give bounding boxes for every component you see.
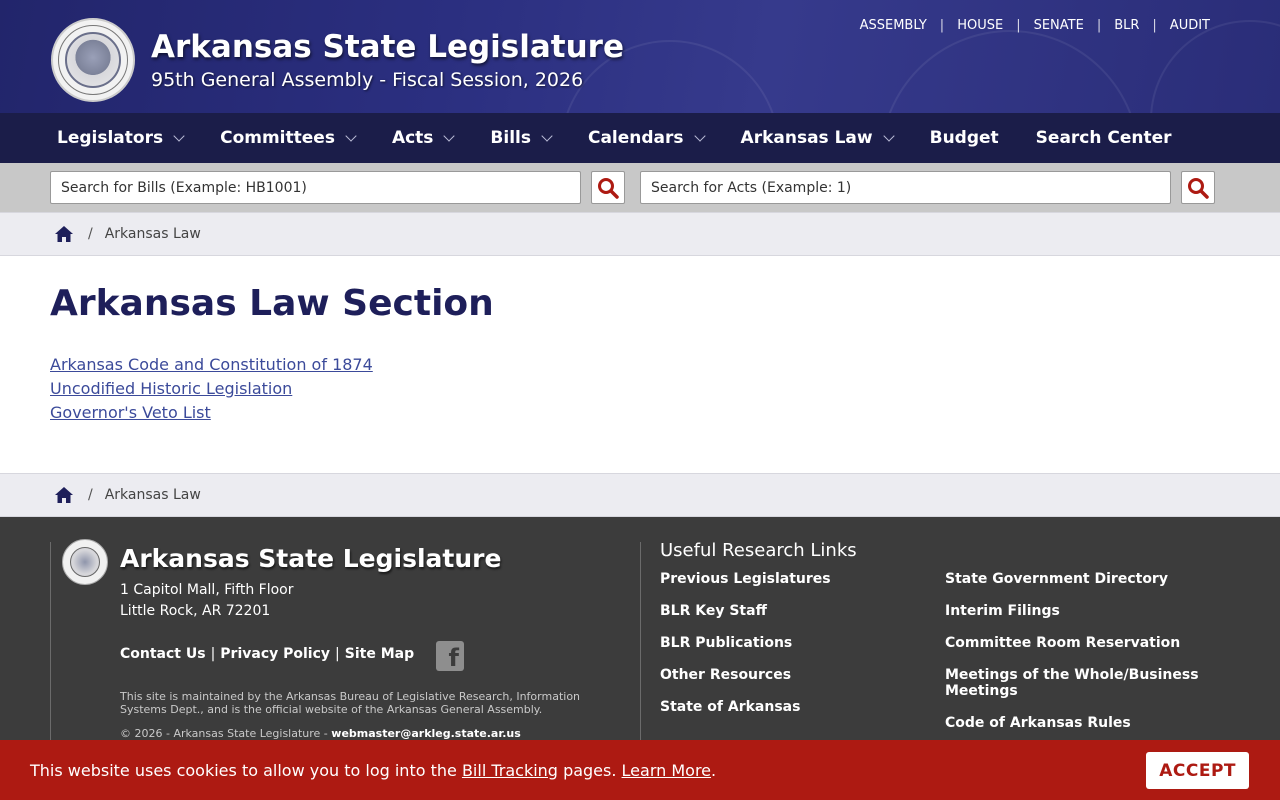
bill-search-button[interactable] <box>591 171 625 204</box>
nav-item-search-center[interactable]: Search Center <box>1036 128 1172 148</box>
chevron-down-icon <box>693 129 706 142</box>
facebook-icon[interactable]: f <box>436 641 464 671</box>
breadcrumb-bottom: / Arkansas Law <box>0 473 1280 517</box>
top-link-audit[interactable]: AUDIT <box>1170 18 1210 33</box>
research-link[interactable]: Previous Legislatures <box>660 571 930 587</box>
cookie-text: pages. <box>563 760 617 780</box>
separator: | <box>335 646 340 662</box>
page-title: Arkansas Law Section <box>50 283 494 324</box>
research-links-title: Useful Research Links <box>660 540 857 561</box>
nav-item-arkansas-law[interactable]: Arkansas Law <box>740 128 895 148</box>
header-decoration <box>1150 20 1280 113</box>
research-link[interactable]: Code of Arkansas Rules <box>945 715 1215 731</box>
copyright-text: © 2026 - Arkansas State Legislature - <box>120 727 328 740</box>
research-link[interactable]: Committee Room Reservation <box>945 635 1215 651</box>
link-arkansas-code[interactable]: Arkansas Code and Constitution of 1874 <box>50 353 373 377</box>
research-link[interactable]: State of Arkansas <box>660 699 930 715</box>
footer-copyright: © 2026 - Arkansas State Legislature - we… <box>120 727 521 740</box>
research-links-col-1: Previous Legislatures BLR Key Staff BLR … <box>660 571 930 731</box>
search-icon <box>1188 177 1209 199</box>
chevron-down-icon <box>882 129 895 142</box>
link-governor-veto-list[interactable]: Governor's Veto List <box>50 401 373 425</box>
footer-note: This site is maintained by the Arkansas … <box>120 690 581 716</box>
footer-seal-logo <box>62 539 108 585</box>
separator: | <box>939 18 945 33</box>
cookie-banner: This website uses cookies to allow you t… <box>0 740 1280 800</box>
nav-item-legislators[interactable]: Legislators <box>57 128 185 148</box>
webmaster-email-link[interactable]: webmaster@arkleg.state.ar.us <box>331 727 520 740</box>
nav-label: Legislators <box>57 128 164 148</box>
state-seal-logo[interactable] <box>51 18 135 102</box>
seal-ring <box>58 25 128 95</box>
separator: | <box>1152 18 1157 33</box>
breadcrumb: / Arkansas Law <box>0 212 1280 256</box>
search-bar <box>0 163 1280 212</box>
nav-item-budget[interactable]: Budget <box>930 128 999 148</box>
site-subtitle: 95th General Assembly - Fiscal Session, … <box>151 69 584 91</box>
top-link-assembly[interactable]: ASSEMBLY <box>860 18 927 33</box>
site-header: Arkansas State Legislature 95th General … <box>0 0 1280 113</box>
separator: | <box>1016 18 1021 33</box>
research-link[interactable]: Other Resources <box>660 667 930 683</box>
cookie-text: . <box>711 760 717 780</box>
breadcrumb-current: Arkansas Law <box>104 226 201 242</box>
chevron-down-icon <box>345 129 357 142</box>
top-link-house[interactable]: HOUSE <box>957 18 1003 33</box>
research-link[interactable]: BLR Publications <box>660 635 930 651</box>
main-nav: Legislators Committees Acts Bills Calend… <box>0 113 1280 163</box>
nav-label: Arkansas Law <box>740 128 873 148</box>
research-link[interactable]: Interim Filings <box>945 603 1215 619</box>
bill-search-input[interactable] <box>50 171 581 204</box>
nav-label: Acts <box>391 128 434 148</box>
nav-item-bills[interactable]: Bills <box>490 128 553 148</box>
nav-item-acts[interactable]: Acts <box>391 128 456 148</box>
privacy-policy-link[interactable]: Privacy Policy <box>220 646 330 662</box>
search-icon <box>598 177 619 199</box>
chevron-down-icon <box>443 129 456 142</box>
research-link[interactable]: State Government Directory <box>945 571 1215 587</box>
top-link-blr[interactable]: BLR <box>1114 18 1139 33</box>
address-line-2: Little Rock, AR 72201 <box>120 603 271 619</box>
bill-tracking-link[interactable]: Bill Tracking <box>462 761 558 780</box>
separator: | <box>1096 18 1102 33</box>
accept-cookies-button[interactable]: ACCEPT <box>1146 752 1249 789</box>
nav-label: Search Center <box>1035 128 1172 148</box>
footer-address: 1 Capitol Mall, Fifth Floor Little Rock,… <box>120 580 293 622</box>
footer-title: Arkansas State Legislature <box>120 544 502 573</box>
top-link-senate[interactable]: SENATE <box>1034 18 1084 33</box>
chevron-down-icon <box>173 129 185 142</box>
site-map-link[interactable]: Site Map <box>345 646 414 662</box>
breadcrumb-separator: / <box>88 487 93 503</box>
site-title[interactable]: Arkansas State Legislature <box>151 29 624 65</box>
footer-links: Contact Us | Privacy Policy | Site Map <box>120 646 414 662</box>
contact-us-link[interactable]: Contact Us <box>120 646 206 662</box>
nav-label: Calendars <box>587 128 684 148</box>
link-uncodified-legislation[interactable]: Uncodified Historic Legislation <box>50 377 373 401</box>
act-search-input[interactable] <box>640 171 1171 204</box>
breadcrumb-current: Arkansas Law <box>104 487 201 503</box>
chevron-down-icon <box>541 129 553 142</box>
law-links-list: Arkansas Code and Constitution of 1874 U… <box>50 353 373 425</box>
learn-more-link[interactable]: Learn More <box>622 761 711 780</box>
nav-item-committees[interactable]: Committees <box>220 128 357 148</box>
seal-emblem <box>70 547 100 577</box>
home-icon[interactable] <box>54 225 74 243</box>
research-link[interactable]: Meetings of the Whole/Business Meetings <box>945 667 1215 699</box>
breadcrumb-separator: / <box>88 226 93 242</box>
address-line-1: 1 Capitol Mall, Fifth Floor <box>120 582 294 598</box>
home-icon[interactable] <box>54 486 74 504</box>
research-links-col-2: State Government Directory Interim Filin… <box>945 571 1215 747</box>
header-decoration <box>880 30 1140 113</box>
nav-label: Bills <box>490 128 531 148</box>
nav-label: Budget <box>929 128 999 148</box>
cookie-text: This website uses cookies to allow you t… <box>30 760 457 780</box>
research-link[interactable]: BLR Key Staff <box>660 603 930 619</box>
top-links: ASSEMBLY | HOUSE | SENATE | BLR | AUDIT <box>860 18 1210 33</box>
separator: | <box>210 646 216 662</box>
act-search-button[interactable] <box>1181 171 1215 204</box>
nav-item-calendars[interactable]: Calendars <box>587 128 706 148</box>
nav-label: Committees <box>220 128 335 148</box>
